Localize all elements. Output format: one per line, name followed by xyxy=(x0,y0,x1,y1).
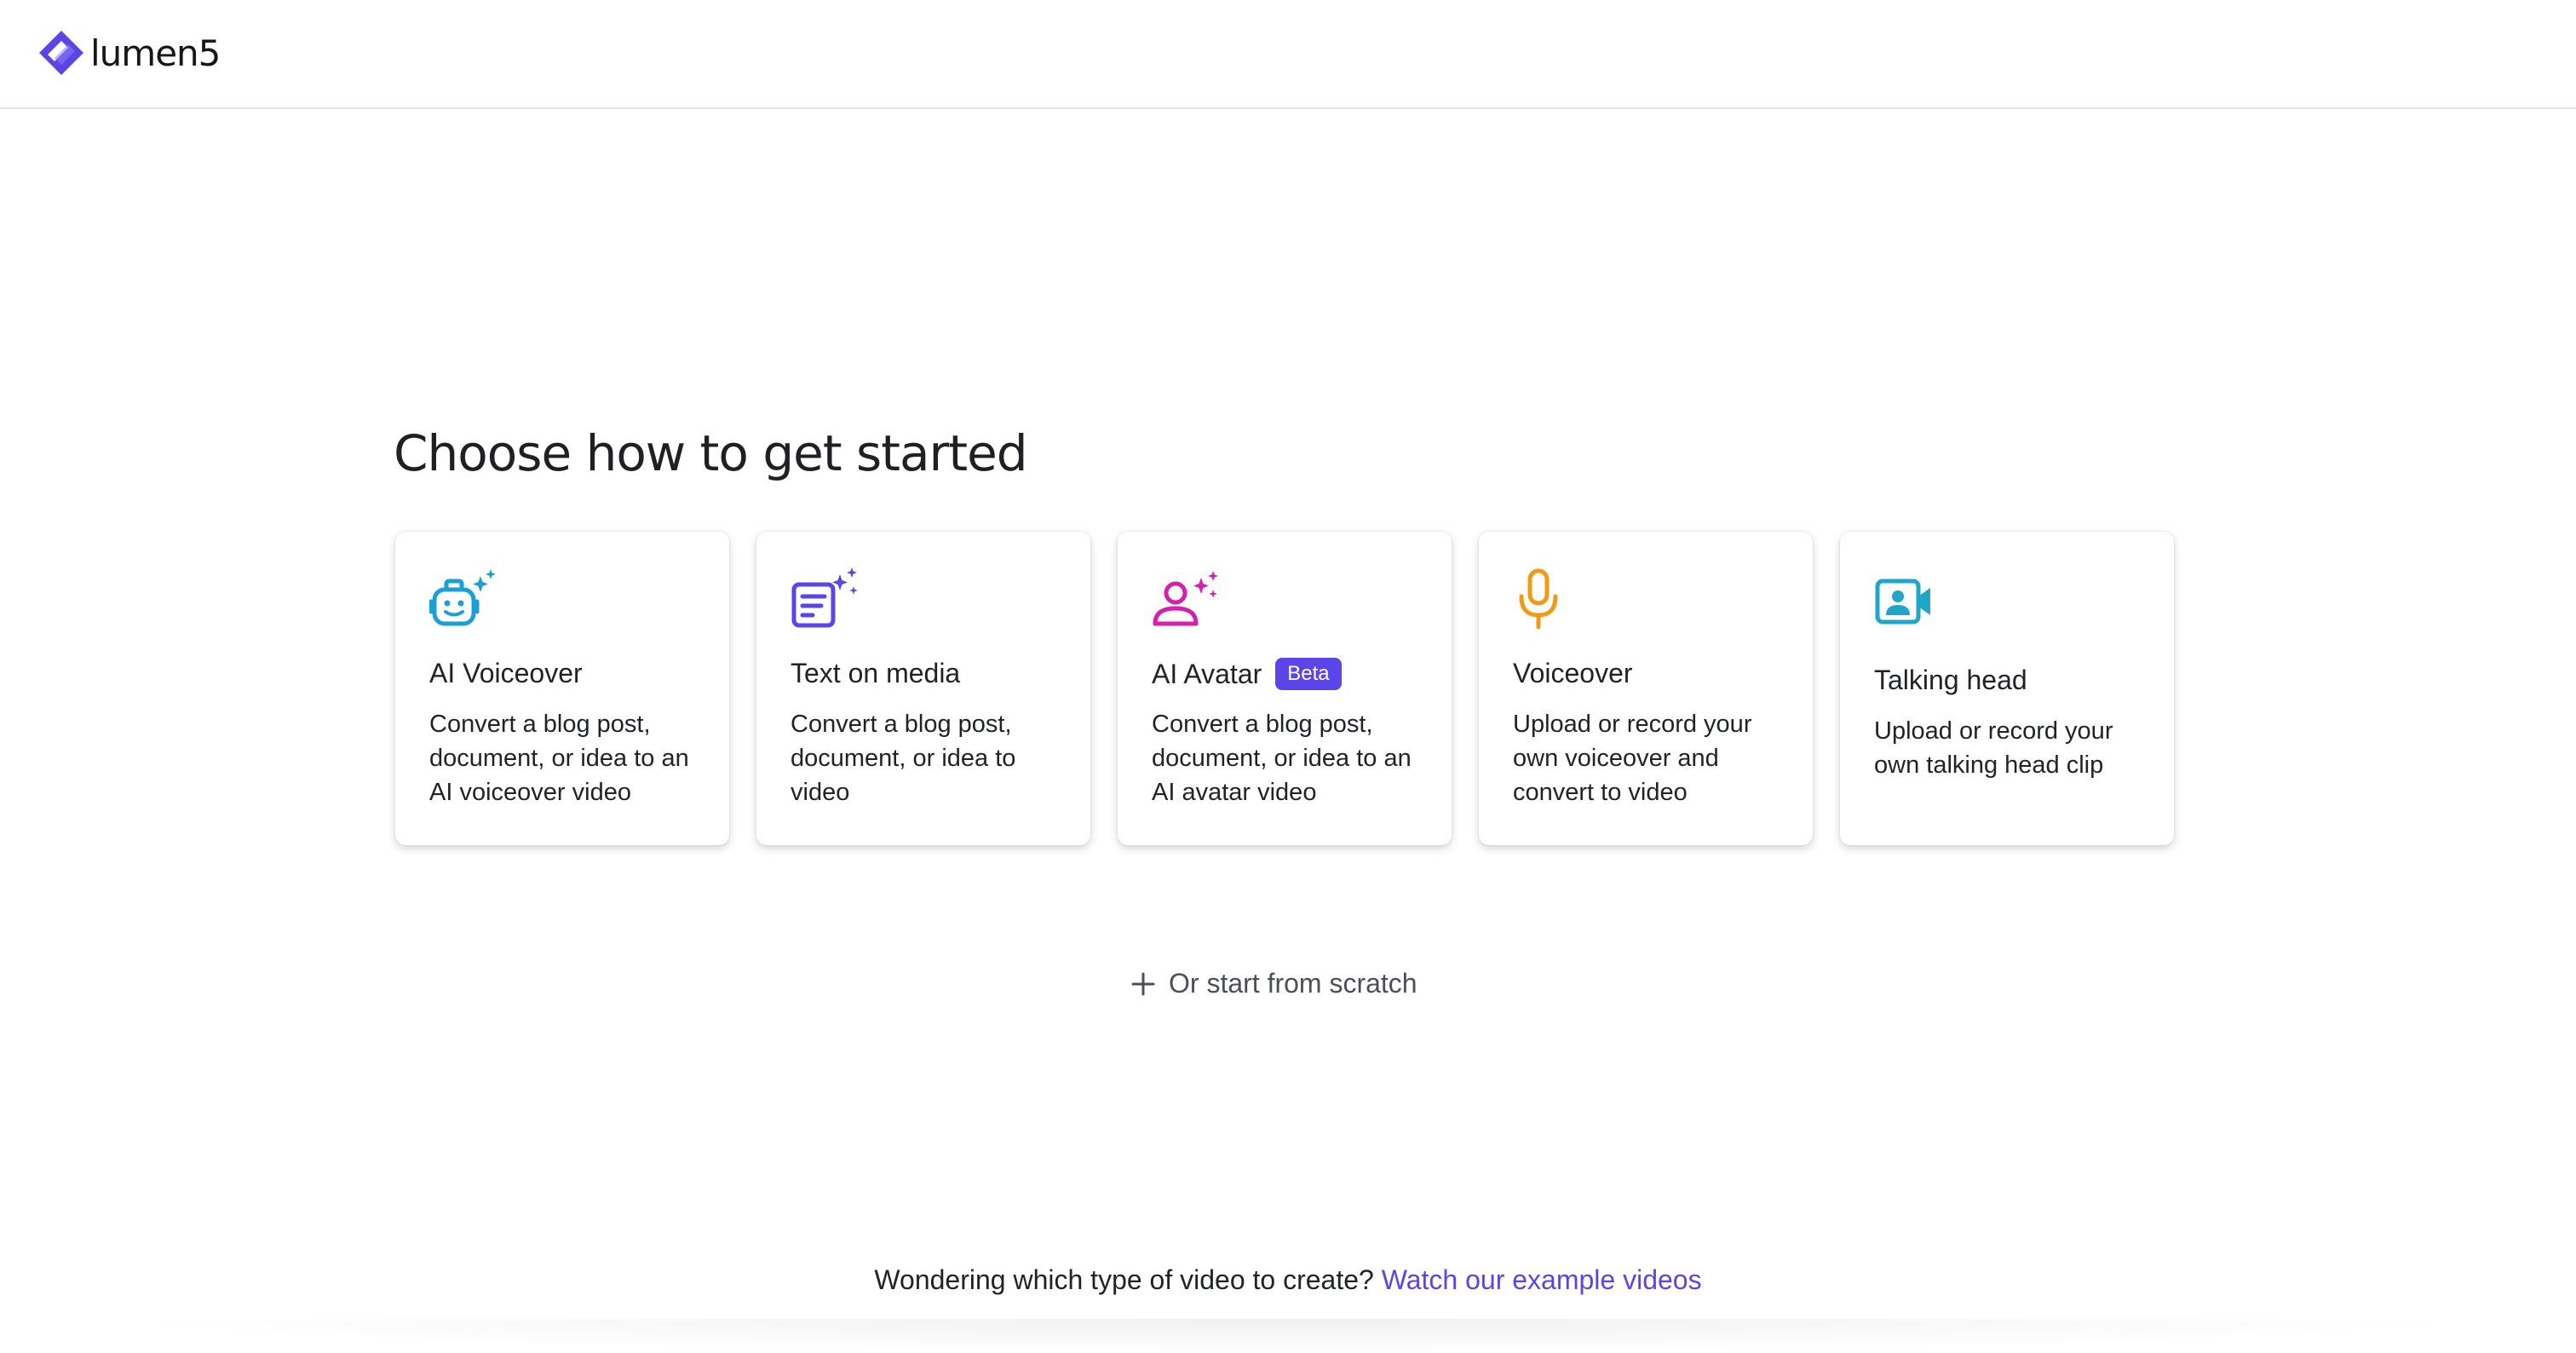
talking-head-title: Talking head xyxy=(1874,665,2027,695)
text-document-sparkle-icon xyxy=(791,567,859,636)
watch-example-videos-link[interactable]: Watch our example videos xyxy=(1382,1264,1702,1295)
top-bar: lumen5 xyxy=(0,0,2576,109)
start-options: AI Voiceover Convert a blog post, docume… xyxy=(395,532,2174,845)
beta-badge: Beta xyxy=(1275,658,1342,690)
video-camera-person-icon xyxy=(1874,567,1942,636)
lumen5-logo-icon xyxy=(39,31,83,75)
ai-voiceover-title: AI Voiceover xyxy=(429,658,583,688)
bottom-panel-edge xyxy=(102,1319,2487,1353)
ai-avatar-description: Convert a blog post, document, or idea t… xyxy=(1152,711,1412,806)
ai-avatar-title: AI Avatar xyxy=(1152,658,1262,689)
plus-icon xyxy=(1131,972,1155,995)
start-from-scratch-button[interactable]: Or start from scratch xyxy=(1130,968,1417,999)
talking-head-description: Upload or record your own talking head c… xyxy=(1874,717,2113,779)
page-title: Choose how to get started xyxy=(394,424,1028,482)
ai-voiceover-description: Convert a blog post, document, or idea t… xyxy=(429,711,689,806)
talking-head-card[interactable]: Talking head Upload or record your own t… xyxy=(1840,532,2174,845)
brand-name: lumen5 xyxy=(90,32,221,74)
ai-avatar-card[interactable]: AI Avatar Beta Convert a blog post, docu… xyxy=(1118,532,1452,845)
card-title: Voiceover xyxy=(1513,658,1633,689)
voiceover-title: Voiceover xyxy=(1513,658,1633,688)
microphone-icon xyxy=(1513,567,1581,636)
ai-voiceover-card[interactable]: AI Voiceover Convert a blog post, docume… xyxy=(395,532,729,845)
start-from-scratch-label: Or start from scratch xyxy=(1169,968,1417,999)
brand-logo[interactable]: lumen5 xyxy=(36,27,221,78)
voiceover-card[interactable]: Voiceover Upload or record your own voic… xyxy=(1479,532,1813,845)
card-title: AI Voiceover xyxy=(429,658,583,689)
text-on-media-description: Convert a blog post, document, or idea t… xyxy=(791,711,1016,806)
card-title: Talking head xyxy=(1874,665,2027,696)
text-on-media-card[interactable]: Text on media Convert a blog post, docum… xyxy=(756,532,1090,845)
text-on-media-title: Text on media xyxy=(791,658,961,688)
ai-robot-sparkle-icon xyxy=(429,567,497,636)
avatar-sparkle-icon xyxy=(1152,567,1220,636)
card-title: AI Avatar Beta xyxy=(1152,658,1342,690)
card-title: Text on media xyxy=(791,658,960,689)
example-videos-prompt: Wondering which type of video to create?… xyxy=(0,1264,2576,1296)
footer-question: Wondering which type of video to create? xyxy=(874,1264,1374,1295)
voiceover-description: Upload or record your own voiceover and … xyxy=(1513,711,1752,806)
